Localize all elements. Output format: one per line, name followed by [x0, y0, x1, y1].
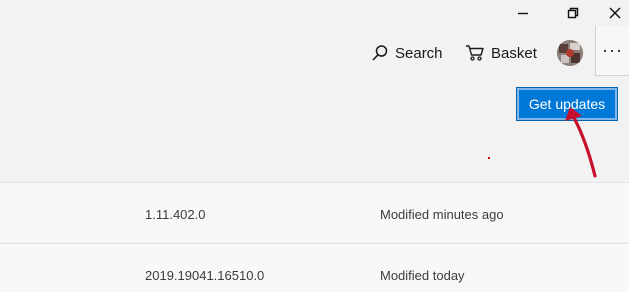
- avatar-image: [557, 40, 583, 66]
- version-text: 2019.19041.16510.0: [145, 268, 265, 283]
- more-options-button[interactable]: ···: [595, 26, 629, 76]
- search-label: Search: [395, 44, 443, 62]
- minimize-icon: [518, 12, 528, 15]
- list-item[interactable]: 1.11.402.0 Modified minutes ago: [0, 182, 629, 242]
- search-button[interactable]: Search: [371, 38, 443, 68]
- minimize-button[interactable]: [500, 0, 546, 26]
- basket-label: Basket: [491, 44, 537, 62]
- search-icon: [372, 45, 388, 61]
- close-button[interactable]: [592, 0, 629, 26]
- get-updates-button[interactable]: Get updates: [516, 87, 618, 121]
- restore-button[interactable]: [550, 0, 596, 26]
- more-icon: ···: [602, 40, 623, 60]
- user-avatar[interactable]: [557, 40, 583, 66]
- list-item[interactable]: 2019.19041.16510.0 Modified today: [0, 243, 629, 292]
- app-list: 1.11.402.0 Modified minutes ago 2019.190…: [0, 182, 629, 292]
- basket-button[interactable]: Basket: [465, 38, 537, 68]
- modified-text: Modified today: [380, 268, 465, 283]
- modified-text: Modified minutes ago: [380, 207, 504, 222]
- get-updates-label: Get updates: [528, 96, 606, 112]
- close-icon: [609, 7, 621, 19]
- basket-icon: [466, 45, 484, 61]
- version-text: 1.11.402.0: [145, 207, 206, 222]
- restore-icon: [567, 7, 579, 19]
- annotation-dot: [488, 157, 490, 159]
